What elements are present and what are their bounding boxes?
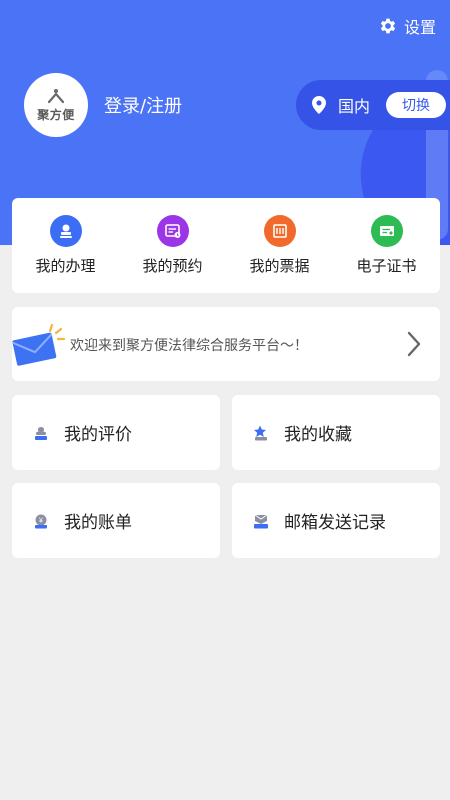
- location-label: 国内: [338, 97, 371, 116]
- calendar-icon: [156, 215, 189, 247]
- mail-tray-icon: [254, 514, 268, 528]
- quick-action-receipts[interactable]: 我的票据: [230, 215, 330, 276]
- quick-action-label: 电子证书: [356, 257, 417, 275]
- settings-label: 设置: [403, 18, 436, 37]
- review-icon: [35, 426, 47, 440]
- card-label: 邮箱发送记录: [284, 513, 386, 533]
- quick-action-label: 我的预约: [142, 257, 203, 275]
- card-label: 我的评价: [64, 425, 132, 445]
- logo-icon: [47, 88, 65, 103]
- card-my-favorites[interactable]: 我的收藏: [232, 395, 440, 470]
- quick-action-appointment[interactable]: 我的预约: [123, 215, 223, 276]
- card-my-reviews[interactable]: 我的评价: [12, 395, 220, 470]
- quick-action-processing[interactable]: 我的办理: [16, 215, 116, 276]
- star-icon: [254, 425, 267, 440]
- card-mail-records[interactable]: 邮箱发送记录: [232, 483, 440, 558]
- avatar[interactable]: 聚方便: [24, 73, 88, 137]
- welcome-banner[interactable]: 欢迎来到聚方便法律综合服务平台～！: [12, 307, 440, 381]
- money-bag-icon: ¥: [35, 514, 47, 528]
- receipt-icon: [263, 215, 296, 247]
- quick-action-certificate[interactable]: 电子证书: [337, 215, 437, 276]
- welcome-text: 欢迎来到聚方便法律综合服务平台～！: [70, 338, 308, 354]
- envelope-icon: [12, 323, 66, 366]
- quick-action-label: 我的办理: [35, 257, 96, 275]
- settings-button[interactable]: 设置: [378, 14, 436, 38]
- card-label: 我的收藏: [284, 425, 352, 445]
- location-selector: 国内 切换: [296, 80, 450, 130]
- quick-actions-panel: 我的办理 我的预约 我的票据 电子证书: [12, 198, 440, 293]
- stamp-icon: [49, 215, 82, 247]
- certificate-icon: [370, 215, 403, 247]
- gear-icon: [380, 18, 396, 34]
- switch-location-button[interactable]: 切换: [386, 92, 446, 118]
- chevron-right-icon: [407, 331, 421, 357]
- card-label: 我的账单: [64, 513, 132, 533]
- login-register-link[interactable]: 登录/注册: [104, 92, 182, 118]
- quick-action-label: 我的票据: [249, 257, 310, 275]
- avatar-logo-text: 聚方便: [37, 107, 75, 122]
- svg-text:¥: ¥: [39, 517, 43, 524]
- location-pin-icon: [312, 96, 326, 114]
- card-my-bills[interactable]: ¥ 我的账单: [12, 483, 220, 558]
